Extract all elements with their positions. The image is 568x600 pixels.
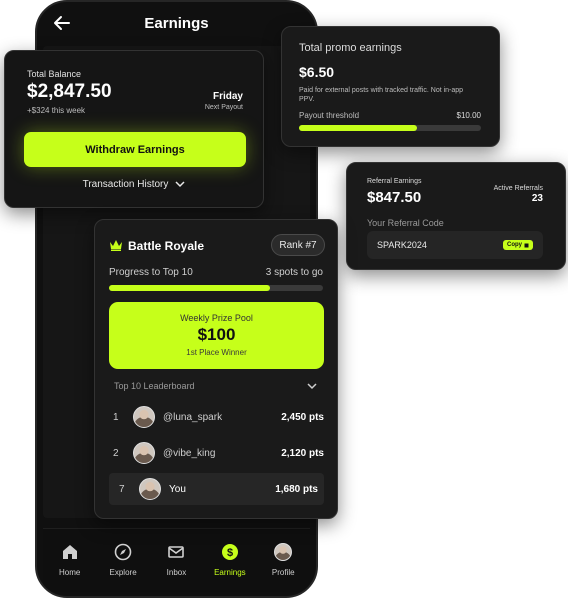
chevron-down-icon[interactable] xyxy=(306,381,318,391)
promo-earnings-card: Total promo earnings $6.50 Paid for exte… xyxy=(281,26,500,147)
bottom-nav: Home Explore Inbox $ Earnings Profile xyxy=(43,528,310,592)
threshold-label: Payout threshold xyxy=(299,111,360,120)
withdraw-button[interactable]: Withdraw Earnings xyxy=(24,132,246,167)
leaderboard-username: @vibe_king xyxy=(163,447,216,459)
threshold-progress-fill xyxy=(299,125,418,131)
leaderboard-rank: 1 xyxy=(113,411,119,423)
balance-card: Total Balance $2,847.50 +$324 this week … xyxy=(4,50,264,208)
copy-label: Copy xyxy=(507,242,522,248)
balance-label: Total Balance xyxy=(27,69,82,79)
threshold-progress-bar xyxy=(299,125,481,131)
nav-label: Explore xyxy=(109,568,137,577)
crown-icon xyxy=(110,240,122,251)
threshold-value: $10.00 xyxy=(456,111,481,120)
dollar-icon: $ xyxy=(221,544,238,560)
nav-item-profile[interactable]: Profile xyxy=(258,543,308,577)
nav-item-inbox[interactable]: Inbox xyxy=(151,543,201,577)
nav-label: Profile xyxy=(271,568,295,577)
weekly-change: +$324 this week xyxy=(27,106,86,115)
progress-label: Progress to Top 10 xyxy=(109,267,193,278)
transaction-history-toggle[interactable]: Transaction History xyxy=(5,179,263,190)
nav-label: Inbox xyxy=(166,568,187,577)
nav-item-earnings[interactable]: $ Earnings xyxy=(205,543,255,577)
avatar xyxy=(139,478,161,500)
leaderboard-row[interactable]: 2 @vibe_king 2,120 pts xyxy=(109,437,324,469)
leaderboard-rank: 2 xyxy=(113,447,119,459)
prize-amount: $100 xyxy=(197,325,236,344)
copy-icon xyxy=(524,243,529,247)
rank-badge: Rank #7 xyxy=(271,234,325,256)
spots-remaining: 3 spots to go xyxy=(265,267,323,278)
referral-code: SPARK2024 xyxy=(377,240,427,250)
leaderboard-username: @luna_spark xyxy=(163,411,223,423)
payout-day: Friday xyxy=(212,91,243,102)
referral-label: Referral Earnings xyxy=(367,178,422,185)
leaderboard-row-you[interactable]: 7 You 1,680 pts xyxy=(109,473,324,505)
prize-pool-label: Weekly Prize Pool xyxy=(180,313,253,323)
avatar xyxy=(133,442,155,464)
leaderboard-points: 2,120 pts xyxy=(281,447,324,459)
mail-icon xyxy=(168,546,185,558)
leaderboard-points: 2,450 pts xyxy=(281,411,324,423)
app-header: Earnings xyxy=(37,2,316,46)
payout-label: Next Payout xyxy=(204,104,243,111)
rank-progress-bar xyxy=(109,285,323,291)
transaction-history-label: Transaction History xyxy=(82,179,169,190)
leaderboard-username: You xyxy=(169,483,186,495)
referral-code-label: Your Referral Code xyxy=(367,218,444,228)
battle-title: Battle Royale xyxy=(128,239,205,253)
referral-code-field: SPARK2024 Copy xyxy=(367,231,543,259)
referral-amount: $847.50 xyxy=(367,189,422,206)
referral-card: Referral Earnings $847.50 Active Referra… xyxy=(346,162,566,270)
promo-description: Paid for external posts with tracked tra… xyxy=(299,87,464,103)
prize-pool-box: Weekly Prize Pool $100 1st Place Winner xyxy=(109,302,324,369)
home-icon xyxy=(62,545,77,559)
page-title: Earnings xyxy=(144,15,209,32)
leaderboard-row[interactable]: 1 @luna_spark 2,450 pts xyxy=(109,401,324,433)
nav-item-explore[interactable]: Explore xyxy=(98,543,148,577)
nav-label: Home xyxy=(59,568,81,577)
leaderboard-rank: 7 xyxy=(119,483,125,495)
chevron-down-icon xyxy=(175,181,185,188)
compass-icon xyxy=(114,543,132,561)
active-referrals-label: Active Referrals xyxy=(493,185,543,192)
prize-subtitle: 1st Place Winner xyxy=(186,348,247,357)
promo-amount: $6.50 xyxy=(299,64,335,80)
avatar-icon xyxy=(274,543,293,561)
svg-text:$: $ xyxy=(227,547,233,559)
rank-progress-fill xyxy=(109,285,270,291)
copy-button[interactable]: Copy xyxy=(503,240,533,250)
leaderboard-title: Top 10 Leaderboard xyxy=(114,381,195,391)
leaderboard-points: 1,680 pts xyxy=(275,483,318,495)
active-referrals-count: 23 xyxy=(531,193,543,204)
promo-title: Total promo earnings xyxy=(299,42,402,54)
balance-amount: $2,847.50 xyxy=(27,81,112,102)
nav-label: Earnings xyxy=(214,568,246,577)
avatar xyxy=(133,406,155,428)
battle-royale-card: Battle Royale Rank #7 Progress to Top 10… xyxy=(94,219,338,519)
nav-item-home[interactable]: Home xyxy=(45,543,95,577)
